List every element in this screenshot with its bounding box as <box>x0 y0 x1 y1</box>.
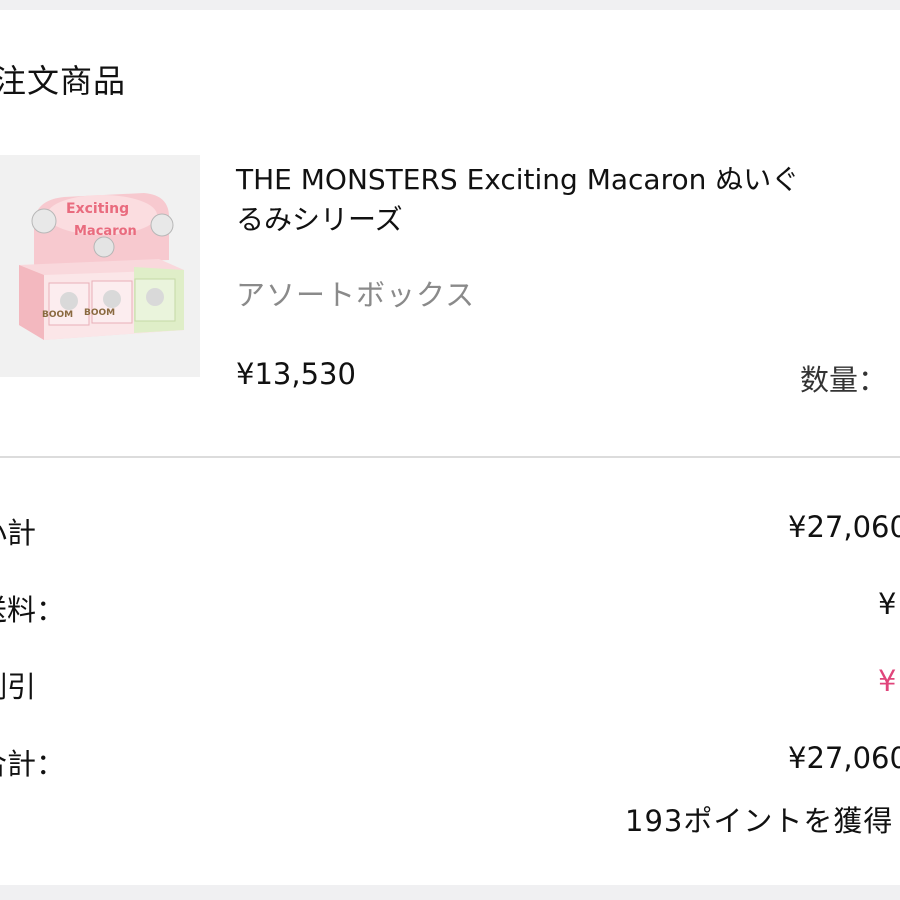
bottom-background-strip <box>0 885 900 900</box>
product-variant: アソートボックス <box>236 278 476 312</box>
product-title-line-2: るみシリーズ <box>236 203 403 236</box>
section-title: 注文商品 <box>0 62 127 100</box>
discount-label: 割引 <box>0 670 37 704</box>
svg-text:BOOM: BOOM <box>84 308 115 318</box>
shipping-value: ¥ <box>878 587 897 621</box>
top-background-strip <box>0 0 900 10</box>
subtotal-label: 小計 <box>0 516 37 550</box>
divider <box>0 456 900 458</box>
product-box-illustration: Exciting Macaron BOOM BOOM <box>0 155 200 377</box>
total-label: 合計： <box>0 747 66 781</box>
order-items-card: 注文商品 Exciting Macaron BOOM BOOM THE MONS… <box>0 10 900 885</box>
product-price: ¥13,530 <box>236 357 356 391</box>
product-title[interactable]: THE MONSTERS Exciting Macaron ぬいぐ るみシリーズ <box>236 160 900 240</box>
discount-value: ¥ <box>878 664 897 698</box>
total-value: ¥27,060 <box>788 741 900 775</box>
subtotal-value: ¥27,060 <box>788 510 900 544</box>
shipping-label: 送料： <box>0 593 66 627</box>
svg-text:Exciting: Exciting <box>66 201 129 217</box>
quantity-label: 数量： <box>800 363 888 397</box>
svg-text:BOOM: BOOM <box>42 310 73 320</box>
product-image[interactable]: Exciting Macaron BOOM BOOM <box>0 155 200 377</box>
product-title-line-1: THE MONSTERS Exciting Macaron ぬいぐ <box>236 163 800 196</box>
points-earned: 193ポイントを獲得 <box>625 804 894 838</box>
